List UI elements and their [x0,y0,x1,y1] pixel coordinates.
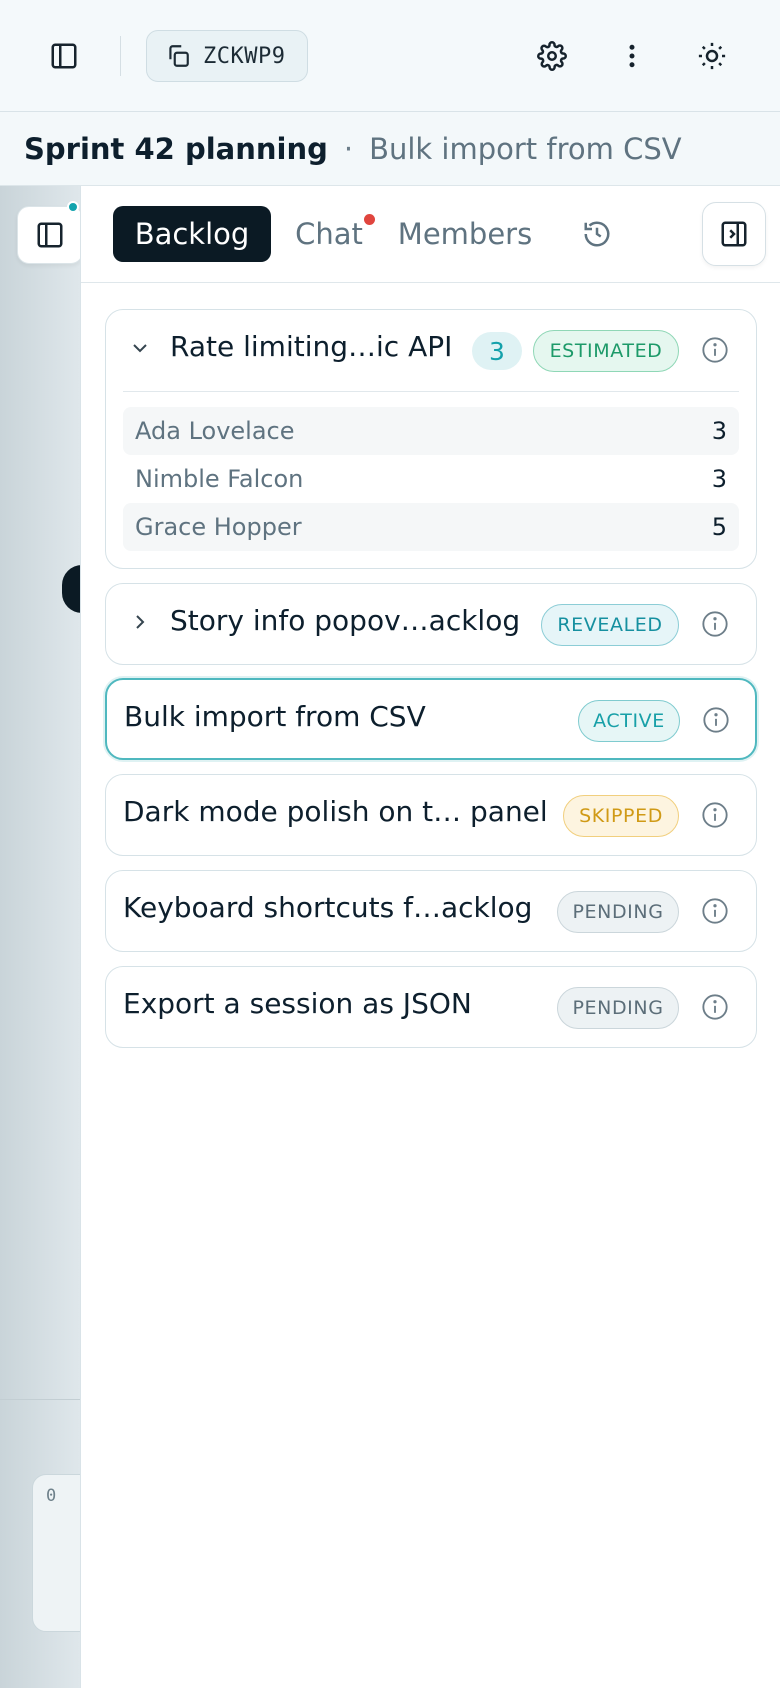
copy-room-code-button[interactable]: ZCKWP9 [146,30,308,82]
story-card-header[interactable]: Bulk import from CSV ACTIVE [107,680,755,760]
info-icon[interactable] [701,610,729,638]
status-badge: PENDING [557,891,679,933]
room-code: ZCKWP9 [203,43,286,69]
story-card-header[interactable]: Keyboard shortcuts f…acklog PENDING [106,871,756,951]
current-story-title: Bulk import from CSV [369,131,682,166]
backdrop-divider [0,1399,80,1400]
settings-button[interactable] [528,32,576,80]
notification-dot [67,201,79,213]
story-title: Bulk import from CSV [124,700,426,733]
status-badge: ACTIVE [578,700,680,742]
tab-chat[interactable]: Chat [293,206,375,262]
copy-icon [169,45,189,67]
title-separator: · [343,131,354,166]
tab-history[interactable] [569,206,625,262]
story-title: Dark mode polish on t… panel [123,795,548,828]
vote-list: Ada Lovelace 3 Nimble Falcon 3 Grace Hop… [123,391,739,551]
vote-value: 5 [711,513,727,541]
story-card[interactable]: Rate limiting…ic API 3 ESTIMATED Ada Lov… [105,309,757,569]
story-card[interactable]: Story info popov…acklog REVEALED [105,583,757,665]
status-badge: REVEALED [541,604,679,646]
status-badge: PENDING [557,987,679,1029]
story-title: Story info popov…acklog [170,604,521,637]
info-icon[interactable] [701,897,729,925]
story-card-header[interactable]: Rate limiting…ic API 3 ESTIMATED [106,310,756,390]
chevron-right-icon [136,615,145,629]
panel-collapse-icon [721,221,747,247]
status-badge: SKIPPED [563,795,679,837]
theme-toggle-button[interactable] [688,32,736,80]
chevron-down-icon [133,344,147,353]
story-card-current[interactable]: Bulk import from CSV ACTIVE [105,678,757,760]
main-area-backdrop [0,186,80,1688]
toolbar-divider [120,36,121,76]
story-card[interactable]: Keyboard shortcuts f…acklog PENDING [105,870,757,952]
story-card[interactable]: Dark mode polish on t… panel SKIPPED [105,774,757,856]
story-title: Rate limiting…ic API [170,330,453,363]
unread-dot [364,214,375,225]
story-card-header[interactable]: Export a session as JSON PENDING [106,967,756,1047]
backdrop-vote-card-value: 0 [46,1486,57,1506]
status-badge: ESTIMATED [533,330,679,372]
tab-backlog-label: Backlog [134,217,250,251]
panel-tabs: Backlog Chat Members [81,186,780,283]
voter-name: Nimble Falcon [135,465,304,493]
voter-name: Ada Lovelace [135,417,295,445]
more-vertical-icon [629,44,635,68]
story-card-header[interactable]: Story info popov…acklog REVEALED [106,584,756,664]
story-title: Keyboard shortcuts f…acklog [123,891,533,924]
session-title-bar: Sprint 42 planning · Bulk import from CS… [0,112,780,186]
story-card-header[interactable]: Dark mode polish on t… panel SKIPPED [106,775,756,855]
vote-value: 3 [711,417,727,445]
history-icon [584,221,610,247]
tab-backlog[interactable]: Backlog [113,206,271,262]
sidebar-toggle-button[interactable] [40,32,88,80]
info-icon[interactable] [702,706,730,734]
story-title: Export a session as JSON [123,987,472,1020]
info-icon[interactable] [701,993,729,1021]
vote-row: Nimble Falcon 3 [123,455,739,503]
vote-value: 3 [711,465,727,493]
collapse-panel-button[interactable] [702,202,766,266]
backlog-panel: Backlog Chat Members Rate limiting…ic AP… [80,186,780,1688]
gear-icon [537,41,567,71]
info-icon[interactable] [701,336,729,364]
more-options-button[interactable] [608,32,656,80]
sidebar-icon [51,43,77,69]
tab-members-label: Members [397,217,533,251]
voter-name: Grace Hopper [135,513,302,541]
sidebar-icon [37,222,63,248]
sun-icon [698,42,726,70]
info-icon[interactable] [701,801,729,829]
session-title: Sprint 42 planning [24,131,328,166]
vote-row: Ada Lovelace 3 [123,407,739,455]
story-score-badge: 3 [472,332,522,370]
tab-members[interactable]: Members [397,206,533,262]
story-card[interactable]: Export a session as JSON PENDING [105,966,757,1048]
vote-row: Grace Hopper 5 [123,503,739,551]
top-bar: ZCKWP9 [0,0,780,112]
tab-chat-label: Chat [295,217,363,251]
left-panel-toggle-button[interactable] [17,201,83,264]
